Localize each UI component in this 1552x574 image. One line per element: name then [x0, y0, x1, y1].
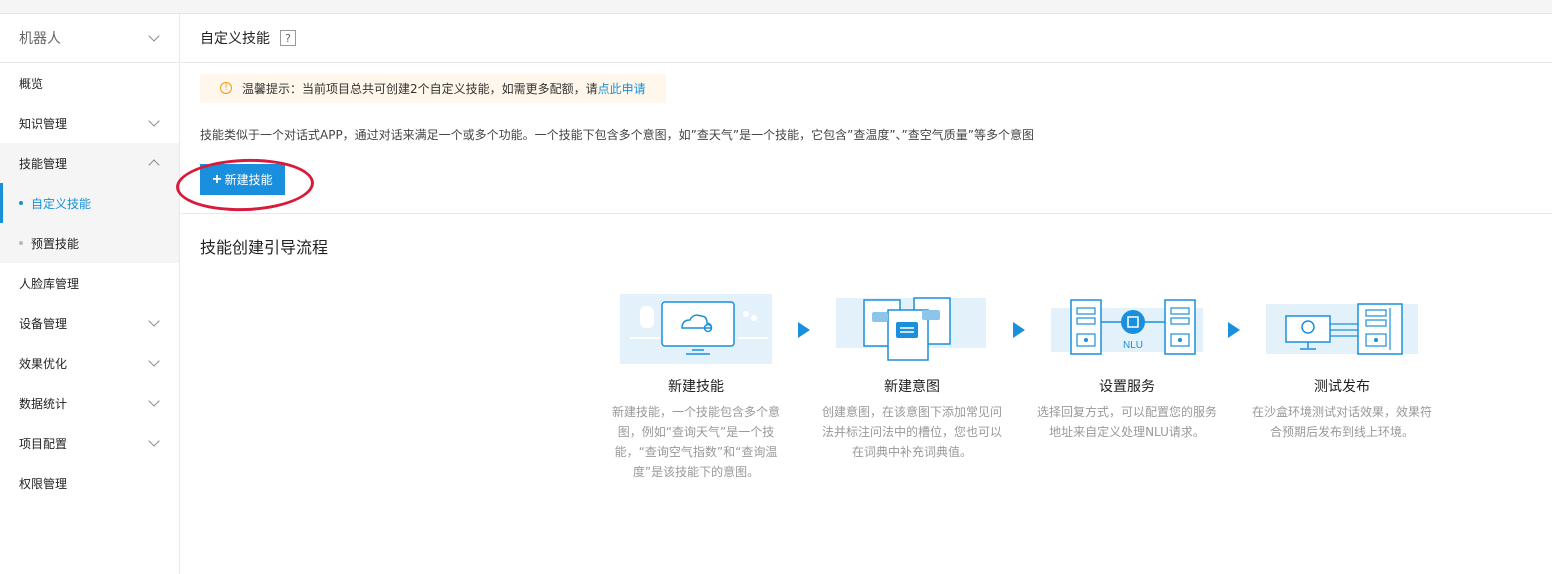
sandbox-test-illustration	[1266, 294, 1418, 366]
chat-documents-illustration	[836, 294, 988, 366]
step-desc: 新建技能，一个技能包含多个意图，例如“查询天气”是一个技能，“查询空气指数”和“…	[611, 405, 780, 479]
sidebar-item-label: 人脸库管理	[19, 276, 80, 291]
sidebar: 机器人 概览 知识管理 技能管理 自定义技能 预置技能 人脸库管理 设备管理 效…	[0, 14, 180, 574]
tip-text: 温馨提示：当前项目总共可创建2个自定义技能，如需更多配额，请	[242, 82, 598, 96]
sidebar-subitem-label: 自定义技能	[31, 196, 92, 211]
chevron-up-icon	[149, 158, 159, 168]
sidebar-item-project-config[interactable]: 项目配置	[0, 423, 179, 463]
sidebar-item-devices[interactable]: 设备管理	[0, 303, 179, 343]
sidebar-item-overview[interactable]: 概览	[0, 63, 179, 103]
step-desc: 选择回复方式，可以配置您的服务地址来自定义处理NLU请求。	[1037, 405, 1218, 439]
sidebar-subitem-label: 预置技能	[31, 236, 80, 251]
play-arrow-icon	[1013, 322, 1025, 338]
main-content: 自定义技能 ? ! 温馨提示：当前项目总共可创建2个自定义技能，如需更多配额，请…	[175, 14, 1552, 574]
nlu-label: NLU	[1123, 340, 1143, 351]
sidebar-item-label: 数据统计	[19, 396, 68, 411]
sidebar-item-knowledge[interactable]: 知识管理	[0, 103, 179, 143]
server-nlu-illustration: NLU	[1051, 294, 1203, 366]
sidebar-item-label: 设备管理	[19, 316, 68, 331]
sidebar-item-label: 效果优化	[19, 356, 68, 371]
new-skill-button[interactable]: + 新建技能	[200, 164, 285, 195]
chevron-down-icon	[149, 33, 159, 43]
flow-step-set-service: NLU 设置服务 选择回复方式，可以配置您的服务地址来自定义处理NLU请求。	[1032, 294, 1222, 442]
bullet-icon	[19, 201, 23, 205]
sidebar-item-label: 技能管理	[19, 156, 68, 171]
sidebar-item-statistics[interactable]: 数据统计	[0, 383, 179, 423]
robot-selector[interactable]: 机器人	[0, 14, 179, 63]
step-title: 新建意图	[884, 379, 940, 395]
apply-link[interactable]: 点此申请	[598, 80, 646, 97]
help-icon[interactable]: ?	[280, 30, 296, 46]
robot-selector-label: 机器人	[19, 31, 61, 47]
sidebar-item-optimization[interactable]: 效果优化	[0, 343, 179, 383]
page-title: 自定义技能	[200, 31, 270, 47]
sidebar-item-label: 知识管理	[19, 116, 68, 131]
play-arrow-icon	[1228, 322, 1240, 338]
flow-title: 技能创建引导流程	[200, 238, 329, 257]
top-bar	[0, 0, 1552, 14]
play-arrow-icon	[798, 322, 810, 338]
new-skill-button-label: 新建技能	[224, 173, 273, 187]
chevron-down-icon	[149, 318, 159, 328]
skill-description: 技能类似于一个对话式APP，通过对话来满足一个或多个功能。一个技能下包含多个意图…	[200, 128, 1034, 142]
step-title: 新建技能	[668, 379, 724, 395]
chevron-down-icon	[149, 398, 159, 408]
page-header: 自定义技能 ?	[181, 14, 1552, 63]
chevron-down-icon	[149, 438, 159, 448]
sidebar-subitem-custom-skills[interactable]: 自定义技能	[0, 183, 179, 223]
sidebar-item-label: 项目配置	[19, 436, 68, 451]
sidebar-subitem-preset-skills[interactable]: 预置技能	[0, 223, 179, 263]
step-desc: 创建意图，在该意图下添加常见问法并标注问法中的槽位，您也可以在词典中补充词典值。	[822, 405, 1003, 459]
sidebar-item-skills[interactable]: 技能管理	[0, 143, 179, 183]
divider	[181, 213, 1552, 214]
sidebar-item-label: 权限管理	[19, 476, 68, 491]
flow-step-new-intent: 新建意图 创建意图，在该意图下添加常见问法并标注问法中的槽位，您也可以在词典中补…	[817, 294, 1007, 462]
chevron-down-icon	[149, 118, 159, 128]
monitor-weather-illustration	[620, 294, 772, 366]
bullet-icon	[19, 241, 23, 245]
flow-step-new-skill: 新建技能 新建技能，一个技能包含多个意图，例如“查询天气”是一个技能，“查询空气…	[601, 294, 791, 482]
sidebar-item-face-library[interactable]: 人脸库管理	[0, 263, 179, 303]
plus-icon: +	[212, 170, 222, 188]
sidebar-item-permissions[interactable]: 权限管理	[0, 463, 179, 503]
quota-tip: ! 温馨提示：当前项目总共可创建2个自定义技能，如需更多配额，请 点此申请	[200, 74, 666, 103]
step-title: 测试发布	[1314, 379, 1370, 395]
info-icon: !	[220, 82, 232, 94]
flow-step-test-publish: 测试发布 在沙盒环境测试对话效果，效果符合预期后发布到线上环境。	[1247, 294, 1437, 442]
step-title: 设置服务	[1099, 379, 1155, 395]
chevron-down-icon	[149, 358, 159, 368]
sidebar-item-label: 概览	[19, 76, 44, 91]
step-desc: 在沙盒环境测试对话效果，效果符合预期后发布到线上环境。	[1252, 405, 1433, 439]
